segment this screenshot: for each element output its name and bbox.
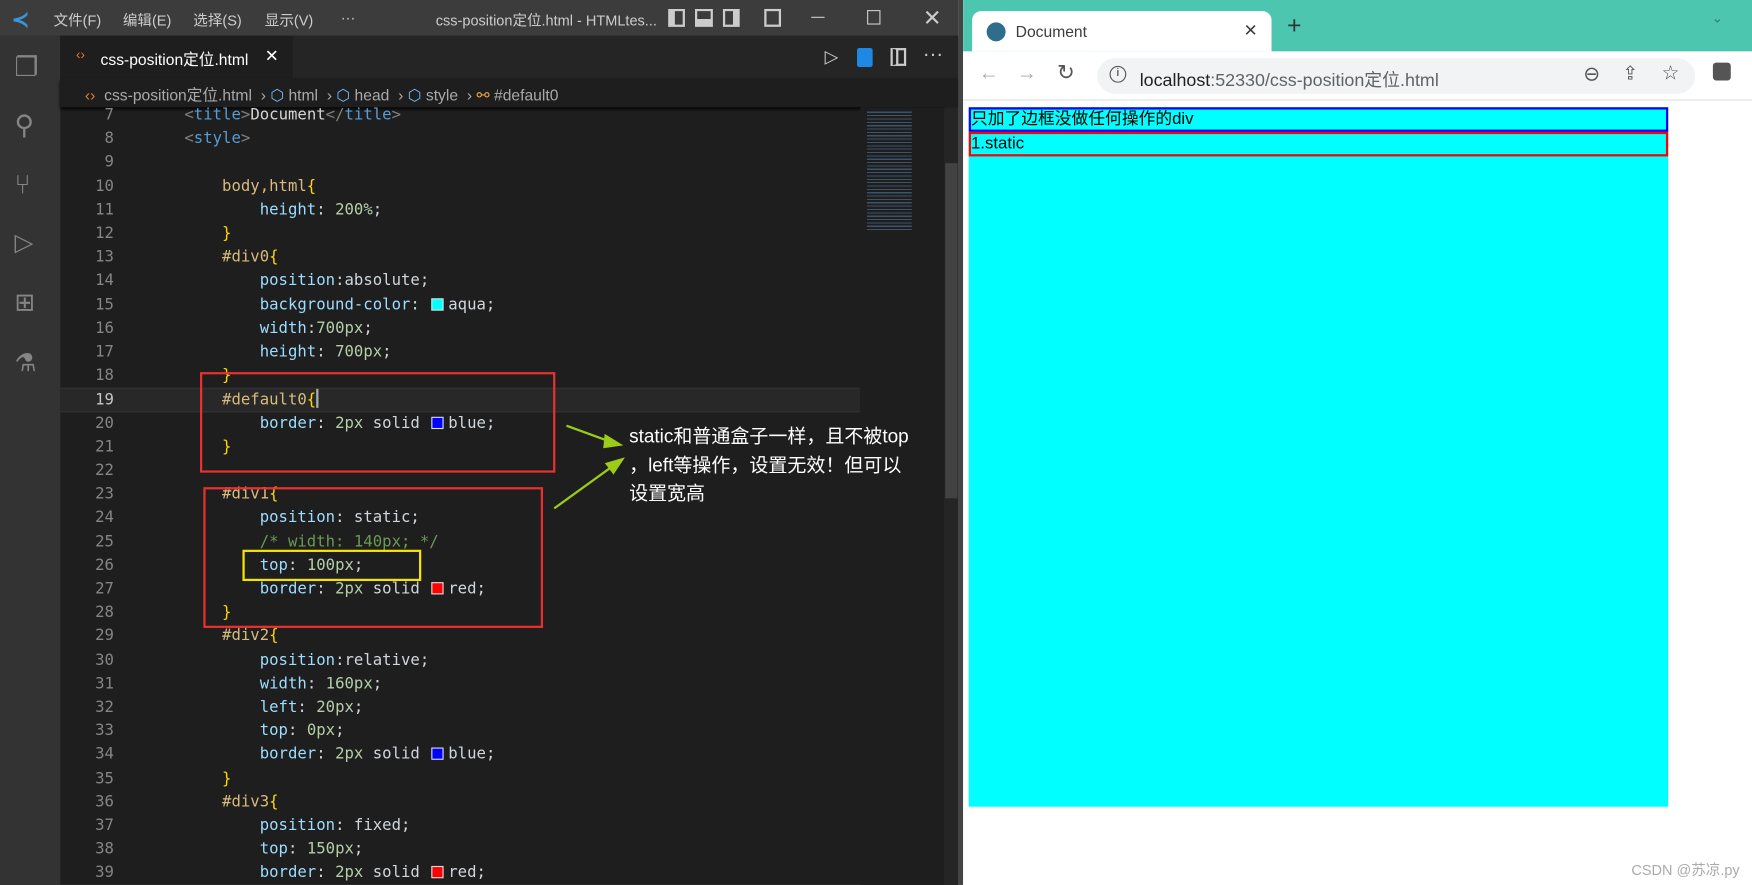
csdn-watermark: CSDN @苏凉.py bbox=[1631, 861, 1740, 879]
page-content: 只加了边框没做任何操作的div 1.static bbox=[963, 101, 1752, 885]
tab-search-icon[interactable]: ⌄ bbox=[1712, 10, 1723, 26]
annotation-text: static和普通盒子一样，且不被top ，left等操作，设置无效！但可以 设… bbox=[629, 422, 909, 507]
div-default0: 只加了边框没做任何操作的div bbox=[968, 107, 1669, 132]
arrow-to-div1 bbox=[553, 463, 616, 510]
url-path: :52330/css-position定位.html bbox=[1210, 71, 1439, 91]
reload-button[interactable]: ↻ bbox=[1057, 60, 1075, 86]
site-info-icon[interactable]: i bbox=[1109, 65, 1127, 83]
address-bar[interactable]: i localhost:52330/css-position定位.html ⊖ … bbox=[1097, 58, 1696, 94]
new-tab-button[interactable]: + bbox=[1287, 13, 1301, 38]
url-host: localhost bbox=[1139, 71, 1211, 91]
annotation-line: static和普通盒子一样，且不被top bbox=[629, 425, 909, 447]
browser-window: Document ✕ + ⌄ ← → ↻ i localhost:52330/c… bbox=[963, 0, 1752, 885]
vscode-window: ≺ 文件(F) 编辑(E) 选择(S) 显示(V) ··· css-positi… bbox=[0, 0, 959, 885]
browser-tab-close-icon[interactable]: ✕ bbox=[1244, 20, 1258, 40]
address-toolbar: ← → ↻ i localhost:52330/css-position定位.h… bbox=[963, 51, 1752, 101]
browser-tab-title: Document bbox=[1015, 22, 1087, 41]
favicon-icon bbox=[986, 22, 1006, 42]
zoom-out-icon[interactable]: ⊖ bbox=[1583, 63, 1600, 86]
arrow-head bbox=[603, 433, 624, 449]
annotation-line: 设置宽高 bbox=[629, 482, 706, 504]
div1-static: 1.static bbox=[968, 131, 1669, 157]
back-button[interactable]: ← bbox=[979, 61, 999, 84]
browser-tab-document[interactable]: Document ✕ bbox=[972, 11, 1272, 52]
share-icon[interactable]: ⇪ bbox=[1622, 63, 1638, 85]
extensions-puzzle-icon[interactable] bbox=[1712, 62, 1731, 81]
forward-button[interactable]: → bbox=[1017, 61, 1037, 84]
bookmark-star-icon[interactable]: ☆ bbox=[1661, 61, 1679, 84]
div0-aqua-box bbox=[968, 107, 1669, 807]
annotation-line: ，left等操作，设置无效！但可以 bbox=[629, 454, 902, 476]
arrow-head bbox=[604, 457, 625, 475]
browser-tab-strip: Document ✕ + ⌄ bbox=[963, 0, 1752, 52]
